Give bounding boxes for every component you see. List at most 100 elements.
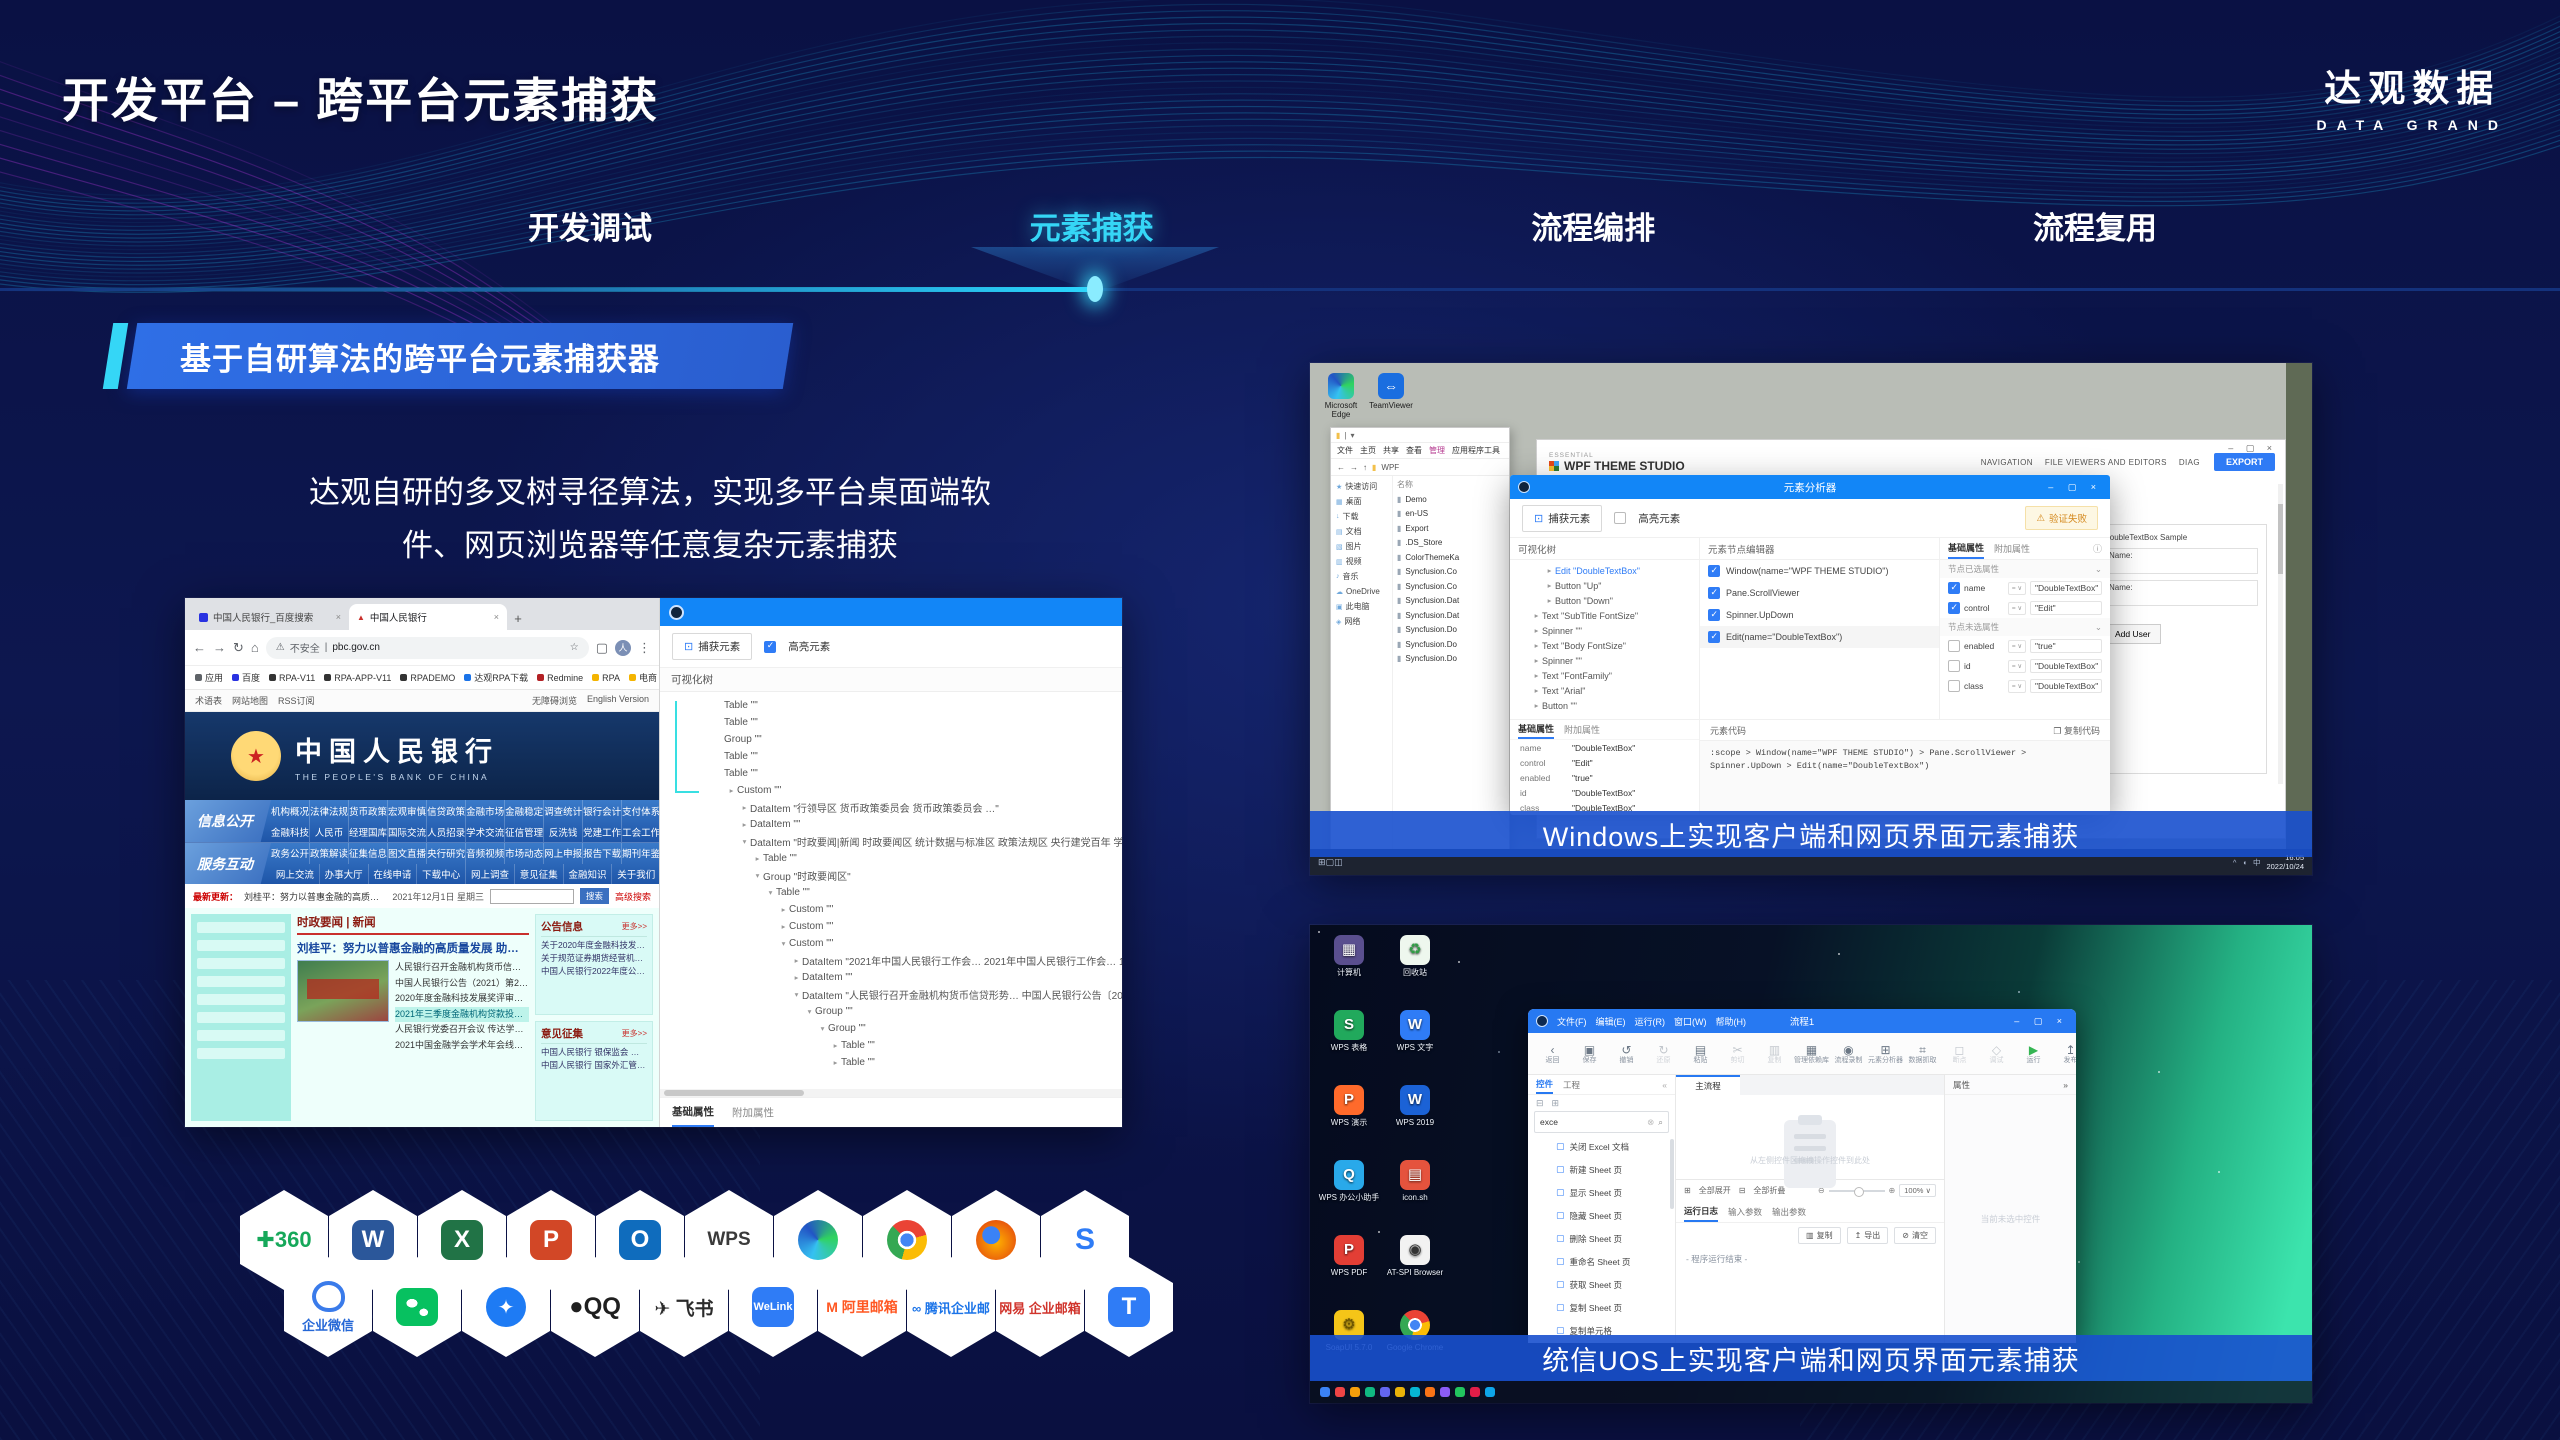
match-op-select[interactable]: = ∨ [2008,582,2026,595]
address-bar[interactable]: ⚠ 不安全 | pbc.gov.cn ☆ [266,637,589,659]
reload-icon[interactable]: ↻ [233,640,244,656]
file-row[interactable]: ▮ Syncfusion.Do [1397,637,1509,652]
tree-node[interactable]: ▸ DataItem "" [664,969,1122,986]
uos-desktop-icon[interactable]: PWPS PDF [1318,1235,1380,1278]
tab-basic-properties[interactable]: 基础属性 [1948,538,1984,559]
nav-item[interactable]: 经理国库 [349,821,388,842]
taskbar-app-icon[interactable]: ▢ [1326,857,1335,868]
vertical-scrollbar[interactable] [2278,484,2283,784]
clear-icon[interactable]: ⊗ [1647,1117,1654,1128]
menu-item[interactable]: 文件(F) [1557,1015,1587,1028]
tree-expand-icon[interactable]: ▸ [1531,641,1542,650]
tree-expand-icon[interactable]: ▸ [830,1058,841,1067]
property-checkbox[interactable] [1948,660,1960,672]
home-icon[interactable]: ⌂ [251,640,259,655]
tree-node[interactable]: ▸ Custom "" [664,782,1122,799]
tree-node[interactable]: Table "" [664,697,1122,714]
toolbar-button[interactable]: ↥ 发布 [2052,1043,2076,1065]
toolbar-button[interactable]: ↺ 撤销 [1608,1043,1645,1065]
form-field[interactable]: Name: [2104,580,2258,606]
export-button[interactable]: EXPORT [2214,453,2275,471]
tree-expand-icon[interactable]: ▸ [1531,656,1542,665]
log-action-button[interactable]: ⊘ 清空 [1894,1227,1936,1244]
property-checkbox[interactable] [1948,602,1960,614]
bookmark-item[interactable]: 达观RPA下载 [464,671,528,684]
node-path-row[interactable]: Edit(name="DoubleTextBox") [1700,626,1939,648]
sidebar-item[interactable]: ▤ 文档 [1331,524,1392,539]
tree-expand-icon[interactable]: ▸ [1531,701,1542,710]
nav-item[interactable]: 机构概况 [271,800,310,821]
site-link[interactable]: 无障碍浏览 [532,694,577,707]
news-link[interactable]: 人民银行党委召开会议 传达学习中央… [395,1022,529,1038]
tree-node[interactable]: ▸ Button "Down" [1510,593,1699,608]
taskbar-app-icon[interactable] [1470,1387,1480,1397]
back-icon[interactable]: ← [1337,463,1345,472]
file-row[interactable]: ▮ .DS_Store [1397,536,1509,551]
sidebar-item[interactable]: ▦ 桌面 [1331,494,1392,509]
studio-menu-item[interactable]: FILE VIEWERS AND EDITORS [2045,458,2167,467]
nav-item[interactable]: 下载中心 [417,864,466,885]
browser-tab-1[interactable]: 中国人民银行_百度搜索 × [191,604,349,630]
tab-project[interactable]: 工程 [1563,1079,1580,1091]
tree-expand-icon[interactable]: ▾ [791,990,802,999]
log-tab[interactable]: 输入参数 [1728,1206,1762,1218]
uos-desktop-icon[interactable]: WWPS 文字 [1384,1010,1446,1053]
site-link[interactable]: 网站地图 [232,694,268,707]
expand-all-label[interactable]: 全部展开 [1699,1185,1731,1196]
uos-desktop-icon[interactable]: ♻回收站 [1384,935,1446,978]
close-tab-icon[interactable]: × [494,612,499,622]
property-value[interactable]: "Edit" [2030,601,2102,615]
nav-item[interactable]: 党建工作 [583,821,622,842]
uos-desktop-icon[interactable]: QWPS 办公小助手 [1318,1160,1380,1203]
menu-item[interactable]: 窗口(W) [1674,1015,1707,1028]
apptools-tab[interactable]: 应用程序工具 [1452,445,1500,456]
add-user-button[interactable]: Add User [2104,624,2161,644]
property-value[interactable]: "true" [2030,639,2102,653]
bookmark-item[interactable]: RPA [592,673,620,683]
news-link[interactable]: 2021中国金融学会学术年会线上召开 [395,1038,529,1054]
browser-tab-2[interactable]: ▲ 中国人民银行 × [349,604,507,630]
forward-icon[interactable]: → [1350,463,1358,472]
nav-item[interactable]: 银行会计 [583,800,622,821]
close-tab-icon[interactable]: × [336,612,341,622]
file-row[interactable]: ▮ en-US [1397,507,1509,522]
tree-expand-icon[interactable]: ▾ [765,888,776,897]
property-checkbox[interactable] [1948,680,1960,692]
nav-item[interactable]: 政务公开 [271,843,310,864]
tree-node[interactable]: Table "" [664,748,1122,765]
tree-node[interactable]: ▸ Custom "" [664,901,1122,918]
tree-expand-icon[interactable]: ▸ [739,803,750,812]
control-item[interactable]: ▢ 显示 Sheet 页 [1528,1181,1675,1204]
toolbar-button[interactable]: ▥ 复制 [1756,1043,1793,1065]
tree-node[interactable]: Group "" [664,731,1122,748]
toolbar-button[interactable]: ↻ 还原 [1645,1043,1682,1065]
tab-basic-properties[interactable]: 基础属性 [1518,720,1554,739]
toolbar-button[interactable]: ◉ 流程录制 [1830,1043,1867,1065]
taskbar-app-icon[interactable] [1320,1387,1330,1397]
nav-item[interactable]: 法律法规 [310,800,349,821]
nav-item[interactable]: 宏观审慎 [388,800,427,821]
taskbar-app-icon[interactable] [1380,1387,1390,1397]
nav-item[interactable]: 货币政策 [349,800,388,821]
node-checkbox[interactable] [1708,631,1720,643]
scrollbar-thumb[interactable] [1670,1139,1674,1209]
ime-icon[interactable]: 中 [2253,857,2261,868]
sidebar-item[interactable]: ▣ 此电脑 [1331,599,1392,614]
nav-item[interactable]: 图文直播 [388,843,427,864]
main-flow-tab[interactable]: 主流程 [1676,1075,1740,1095]
bookmark-item[interactable]: 百度 [232,671,260,684]
tree-node[interactable]: ▾ DataItem "时政要闻|新闻 时政要闻区 统计数据与标准区 政策法规区… [664,833,1122,850]
nav-item[interactable]: 政策解读 [310,843,349,864]
bookmark-item[interactable]: RPA-V11 [269,673,315,683]
tree-expand-icon[interactable]: ▾ [739,837,750,846]
toolbar-button[interactable]: ◇ 调试 [1978,1043,2015,1065]
flow-canvas[interactable]: 从左侧控件区拖拽操作控件到此处 [1676,1095,1944,1179]
site-link[interactable]: English Version [587,694,649,707]
tab-extra-properties[interactable]: 附加属性 [1994,542,2030,555]
nav-item[interactable]: 市场动态 [505,843,544,864]
collapse-tree-icon[interactable]: ⊞ [1552,1098,1560,1109]
file-row[interactable]: ▮ Demo [1397,492,1509,507]
breadcrumb[interactable]: WPF [1381,463,1399,472]
nav-item[interactable]: 征信管理 [505,821,544,842]
tree-node[interactable]: ▸ DataItem "2021年中国人民银行工作会… 2021年中国人民银行工… [664,952,1122,969]
